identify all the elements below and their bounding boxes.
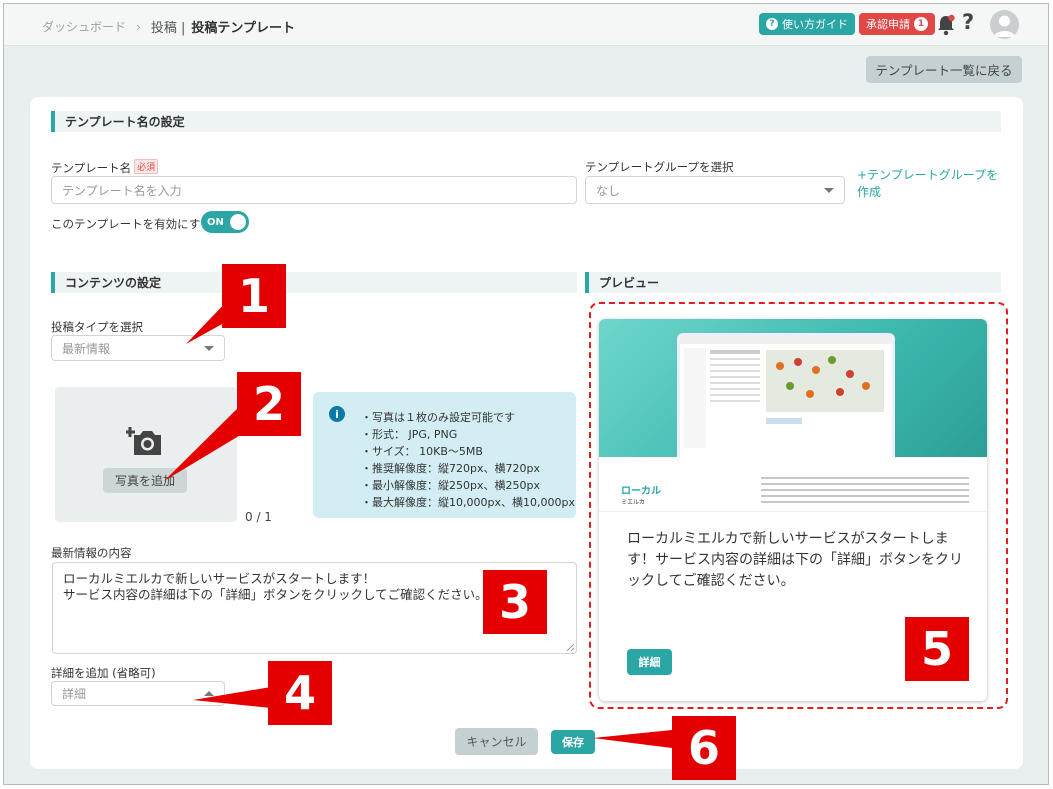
- create-group-link[interactable]: +テンプレートグループを作成: [857, 167, 1005, 201]
- info-line: ・推奨解像度：縦720px、横720px: [361, 462, 540, 475]
- template-name-input[interactable]: テンプレート名を入力: [51, 176, 577, 204]
- post-type-label: 投稿タイプを選択: [51, 320, 143, 334]
- fine-print: [761, 477, 969, 507]
- section-preview: プレビュー: [585, 272, 1001, 293]
- post-type-select[interactable]: 最新情報: [51, 335, 225, 361]
- post-type-value: 最新情報: [62, 341, 111, 356]
- breadcrumb-separator: ›: [136, 19, 141, 34]
- question-icon: ?: [766, 18, 778, 30]
- help-icon[interactable]: ?: [962, 10, 974, 34]
- laptop-screenshot: [677, 333, 895, 457]
- detail-select[interactable]: 詳細: [51, 681, 225, 706]
- photo-count: 0 / 1: [245, 510, 272, 524]
- toggle-knob: [230, 214, 246, 230]
- enable-template-label: このテンプレートを有効にする: [51, 217, 212, 231]
- add-photo-button[interactable]: 写真を追加: [103, 468, 187, 493]
- photo-info-list: ・写真は１枚のみ設定可能です ・形式： JPG, PNG ・サイズ： 10KB～…: [361, 409, 575, 511]
- breadcrumb: ダッシュボード › 投稿 | 投稿テンプレート: [42, 17, 295, 37]
- app-window: ダッシュボード › 投稿 | 投稿テンプレート ? 使い方ガイド 承認申請 1 …: [3, 3, 1049, 785]
- callout-4: 4: [268, 661, 332, 725]
- template-group-value: なし: [596, 183, 621, 198]
- callout-3: 3: [483, 570, 547, 634]
- back-to-list-button[interactable]: テンプレート一覧に戻る: [866, 56, 1022, 83]
- photo-upload-area[interactable]: 写真を追加: [55, 387, 237, 522]
- brand-logo: ローカル ミエルカ: [621, 482, 661, 506]
- notification-bell-icon[interactable]: [936, 14, 956, 36]
- info-line: ・写真は１枚のみ設定可能です: [361, 411, 515, 424]
- preview-image: [599, 319, 987, 457]
- template-group-select[interactable]: なし: [585, 176, 845, 204]
- preview-body-text: ローカルミエルカで新しいサービスがスタートします！サービス内容の詳細は下の「詳細…: [627, 531, 963, 589]
- chevron-down-icon: [824, 188, 834, 193]
- page-title: 投稿テンプレート: [191, 21, 295, 36]
- breadcrumb-posts[interactable]: 投稿 |: [151, 17, 186, 36]
- callout-2: 2: [237, 372, 301, 436]
- chevron-up-icon: [204, 690, 214, 696]
- section-contents: コンテンツの設定: [51, 272, 577, 293]
- approval-label: 承認申請: [866, 18, 910, 31]
- info-line: ・最大解像度：縦10,000px、横10,000px: [361, 496, 575, 509]
- photo-info-box: i ・写真は１枚のみ設定可能です ・形式： JPG, PNG ・サイズ： 10K…: [313, 392, 576, 518]
- add-photo-icon: [126, 427, 161, 455]
- callout-6: 6: [672, 716, 736, 780]
- info-icon: i: [329, 406, 345, 422]
- info-line: ・サイズ： 10KB～5MB: [361, 445, 483, 458]
- template-group-label: テンプレートグループを選択: [585, 160, 734, 174]
- preview-detail-button[interactable]: 詳細: [627, 649, 672, 675]
- brand-sub: ミエルカ: [621, 499, 645, 506]
- callout-5: 5: [905, 617, 969, 681]
- save-button[interactable]: 保存: [551, 730, 595, 754]
- toggle-label: ON: [207, 216, 224, 228]
- chevron-down-icon: [204, 346, 214, 351]
- approval-button[interactable]: 承認申請 1: [859, 13, 935, 35]
- callout-1: 1: [222, 264, 286, 328]
- required-badge: 必須: [134, 159, 159, 174]
- header: ダッシュボード › 投稿 | 投稿テンプレート ? 使い方ガイド 承認申請 1 …: [4, 4, 1048, 46]
- guide-label: 使い方ガイド: [782, 18, 848, 31]
- breadcrumb-dashboard[interactable]: ダッシュボード: [42, 18, 126, 35]
- enable-toggle[interactable]: ON: [201, 211, 249, 233]
- template-name-label: テンプレート名 必須: [51, 159, 159, 176]
- preview-brand-strip: ローカル ミエルカ: [599, 457, 987, 512]
- section-template-name: テンプレート名の設定: [51, 111, 1001, 132]
- template-name-label-text: テンプレート名: [51, 161, 132, 175]
- brand-name: ローカル: [621, 486, 661, 497]
- detail-label: 詳細を追加 (省略可): [51, 666, 156, 680]
- post-body-label: 最新情報の内容: [51, 546, 132, 560]
- approval-count-badge: 1: [914, 17, 928, 31]
- info-line: ・最小解像度：縦250px、横250px: [361, 479, 540, 492]
- guide-button[interactable]: ? 使い方ガイド: [759, 13, 855, 35]
- resize-handle-icon[interactable]: [566, 643, 574, 651]
- detail-value: 詳細: [62, 687, 87, 701]
- info-line: ・形式： JPG, PNG: [361, 428, 458, 441]
- avatar[interactable]: [990, 10, 1019, 39]
- cancel-button[interactable]: キャンセル: [455, 728, 538, 755]
